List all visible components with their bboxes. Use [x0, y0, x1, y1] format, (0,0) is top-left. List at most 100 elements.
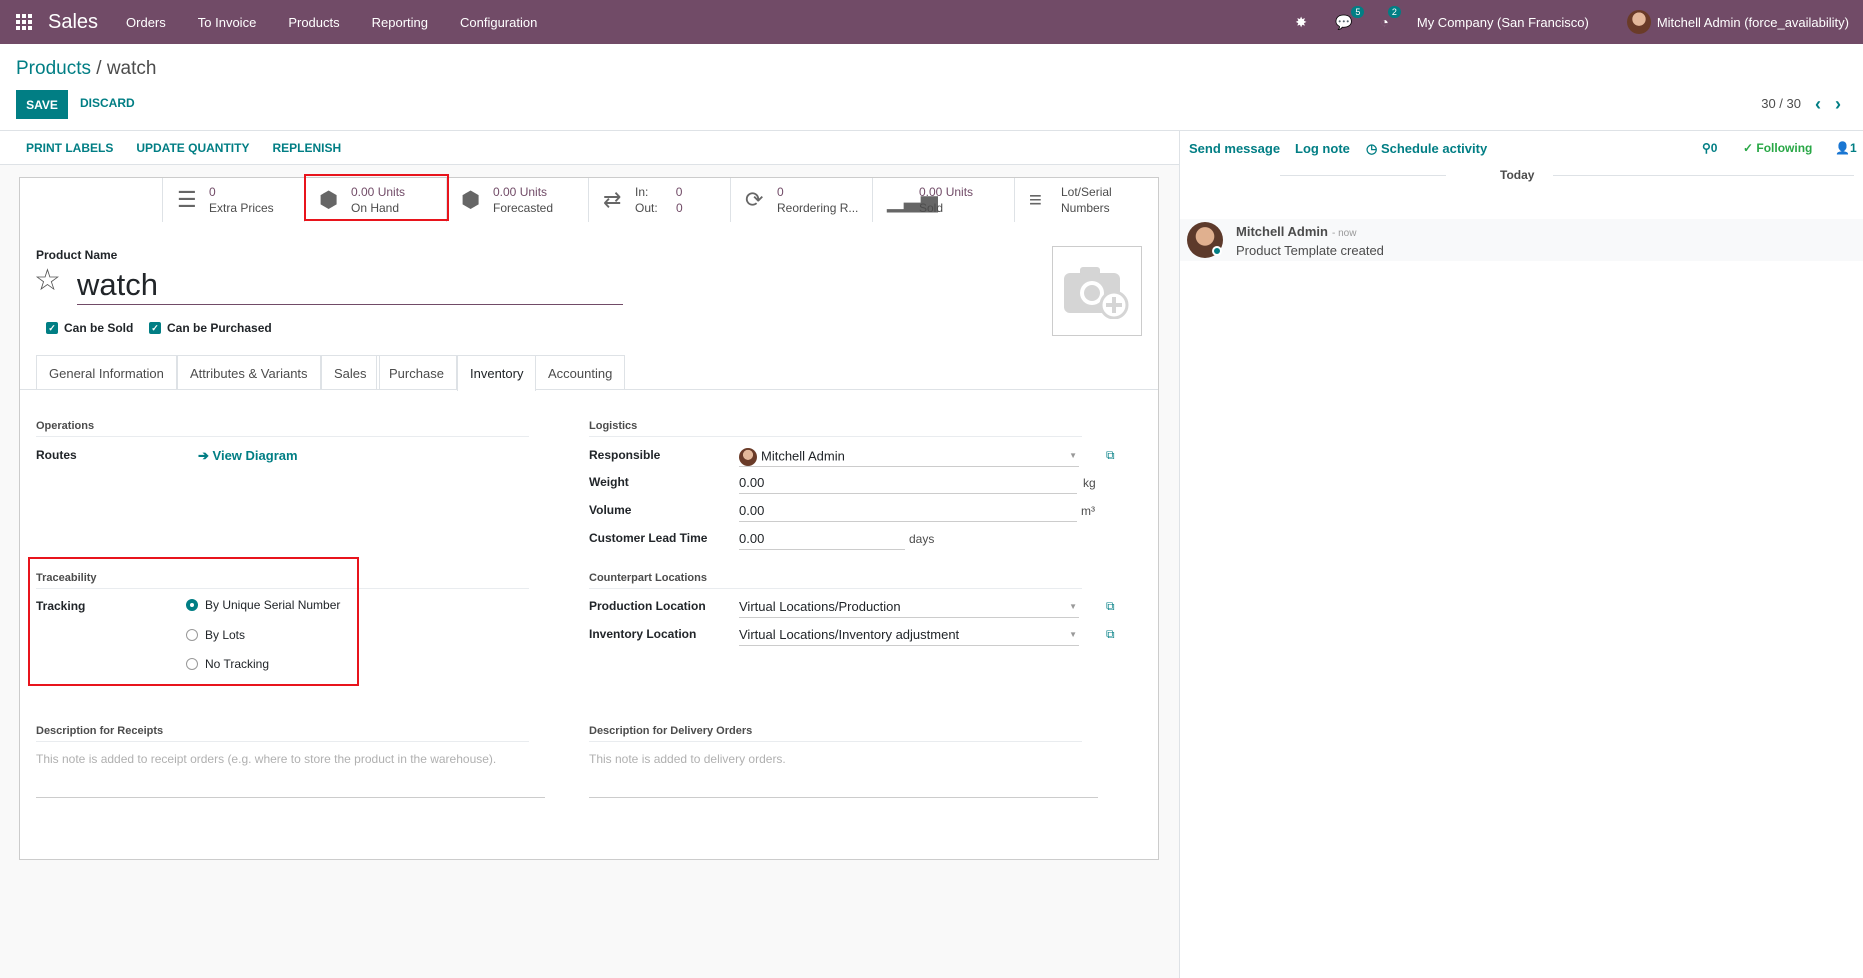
- check-icon[interactable]: ✓: [149, 322, 161, 334]
- caret-down-icon[interactable]: ▼: [1069, 451, 1077, 460]
- weight-input[interactable]: 0.00: [739, 472, 1077, 494]
- tab-general-information[interactable]: General Information: [36, 355, 177, 390]
- volume-label: Volume: [589, 503, 632, 517]
- customer-lead-time-input[interactable]: 0.00: [739, 528, 905, 550]
- app-name[interactable]: Sales: [48, 11, 98, 34]
- refresh-icon: ⟳: [745, 187, 764, 212]
- external-link-icon[interactable]: ⧉: [1106, 627, 1115, 642]
- company-switcher[interactable]: My Company (San Francisco): [1417, 15, 1589, 30]
- menu-orders[interactable]: Orders: [126, 15, 166, 30]
- tracking-option-none[interactable]: No Tracking: [186, 657, 269, 671]
- inventory-location-field[interactable]: Virtual Locations/Inventory adjustment ▼: [739, 624, 1079, 646]
- discard-button[interactable]: DISCARD: [80, 96, 135, 110]
- menu-reporting[interactable]: Reporting: [372, 15, 428, 30]
- inventory-location-value: Virtual Locations/Inventory adjustment: [739, 627, 960, 642]
- responsible-value: Mitchell Admin: [761, 448, 845, 464]
- menu-products[interactable]: Products: [288, 15, 339, 30]
- chevron-left-icon[interactable]: ‹: [1815, 95, 1821, 113]
- tracking-label: Tracking: [36, 599, 86, 613]
- receipts-description-input[interactable]: This note is added to receipt orders (e.…: [36, 749, 545, 798]
- volume-input[interactable]: 0.00: [739, 500, 1077, 522]
- smart-button-box: ☰ 0 Extra Prices ⬢ 0.00 Units On Hand ⬢ 0.…: [162, 178, 1156, 222]
- external-link-icon[interactable]: ⧉: [1106, 448, 1115, 463]
- can-be-sold-label: Can be Sold: [64, 321, 134, 335]
- radio-icon[interactable]: [186, 658, 198, 670]
- user-menu[interactable]: Mitchell Admin (force_availability): [1626, 10, 1849, 34]
- bug-icon[interactable]: ✸: [1295, 14, 1307, 31]
- out-value: 0: [676, 201, 683, 215]
- check-icon[interactable]: ✓: [46, 322, 58, 334]
- replenish-button[interactable]: REPLENISH: [272, 141, 341, 155]
- apps-menu-icon[interactable]: [0, 0, 48, 44]
- caret-down-icon[interactable]: ▼: [1069, 630, 1077, 639]
- tab-inventory[interactable]: Inventory: [457, 355, 537, 391]
- attachments-button[interactable]: ⚲0: [1702, 141, 1717, 155]
- menu-configuration[interactable]: Configuration: [460, 15, 537, 30]
- form-sheet: ☰ 0 Extra Prices ⬢ 0.00 Units On Hand ⬢ 0.…: [19, 174, 1159, 860]
- message-author-name[interactable]: Mitchell Admin: [1236, 224, 1328, 239]
- messages-icon[interactable]: 💬 5: [1335, 5, 1365, 31]
- pager-value[interactable]: 30 / 30: [1761, 96, 1801, 111]
- separator-line: [1280, 175, 1446, 176]
- responsible-field[interactable]: Mitchell Admin ▼: [739, 445, 1079, 467]
- breadcrumb-products[interactable]: Products: [16, 58, 91, 79]
- on-hand-value: 0.00 Units: [351, 185, 406, 199]
- on-hand-button[interactable]: ⬢ 0.00 Units On Hand: [304, 178, 446, 222]
- view-diagram-link[interactable]: ➔ View Diagram: [198, 448, 298, 464]
- send-message-button[interactable]: Send message: [1189, 141, 1280, 156]
- delivery-description-input[interactable]: This note is added to delivery orders.: [589, 749, 1098, 798]
- tracking-option-lots[interactable]: By Lots: [186, 628, 245, 642]
- star-icon[interactable]: ☆: [34, 263, 61, 298]
- weight-unit: kg: [1083, 476, 1096, 490]
- print-labels-button[interactable]: PRINT LABELS: [26, 141, 113, 155]
- customer-lead-time-label: Customer Lead Time: [589, 531, 708, 545]
- tab-attributes-variants[interactable]: Attributes & Variants: [177, 355, 321, 390]
- in-out-button[interactable]: ⇄ In: 0 Out: 0: [588, 178, 730, 222]
- message-time: - now: [1331, 228, 1357, 239]
- product-image-upload[interactable]: [1052, 246, 1142, 336]
- delivery-description-title: Description for Delivery Orders: [589, 725, 1082, 742]
- following-button[interactable]: ✓ Following: [1743, 141, 1812, 155]
- radio-icon[interactable]: [186, 629, 198, 641]
- tracking-option-serial-label: By Unique Serial Number: [205, 598, 341, 612]
- can-be-sold-row[interactable]: ✓ Can be Sold: [46, 321, 133, 335]
- tracking-option-serial[interactable]: By Unique Serial Number: [186, 598, 340, 612]
- lead-time-unit: days: [909, 532, 935, 546]
- paperclip-icon: ⚲: [1702, 141, 1711, 155]
- production-location-field[interactable]: Virtual Locations/Production ▼: [739, 596, 1079, 618]
- receipts-description-title: Description for Receipts: [36, 725, 529, 742]
- forecasted-button[interactable]: ⬢ 0.00 Units Forecasted: [446, 178, 588, 222]
- bars-icon: ≡: [1029, 187, 1042, 212]
- can-be-purchased-row[interactable]: ✓ Can be Purchased: [149, 321, 272, 335]
- reordering-rules-button[interactable]: ⟳ 0 Reordering R...: [730, 178, 872, 222]
- extra-prices-value: 0: [209, 185, 216, 199]
- update-quantity-button[interactable]: UPDATE QUANTITY: [136, 141, 249, 155]
- traceability-group-title: Traceability: [36, 572, 529, 589]
- chatter-message: Mitchell Admin - now Product Template cre…: [1180, 219, 1863, 261]
- sold-button[interactable]: ▁▃▅ 0.00 Units Sold: [872, 178, 1014, 222]
- camera-icon: [1064, 267, 1129, 319]
- menu-to-invoice[interactable]: To Invoice: [198, 15, 257, 30]
- followers-button[interactable]: 👤1: [1835, 141, 1857, 155]
- schedule-activity-button[interactable]: ◷ Schedule activity: [1366, 141, 1487, 157]
- chevron-right-icon[interactable]: ›: [1835, 95, 1841, 113]
- message-body: Product Template created: [1236, 243, 1384, 258]
- extra-prices-button[interactable]: ☰ 0 Extra Prices: [162, 178, 304, 222]
- breadcrumb-separator: /: [90, 58, 107, 79]
- routes-label: Routes: [36, 448, 77, 462]
- activities-icon[interactable]: ◔ 2: [1380, 6, 1401, 30]
- radio-checked-icon[interactable]: [186, 599, 198, 611]
- caret-down-icon[interactable]: ▼: [1069, 602, 1077, 611]
- in-label: In:: [635, 185, 649, 199]
- extra-prices-label: Extra Prices: [209, 201, 274, 215]
- tab-sales[interactable]: Sales: [321, 355, 380, 390]
- log-note-button[interactable]: Log note: [1295, 141, 1350, 156]
- tab-accounting[interactable]: Accounting: [535, 355, 626, 390]
- save-button[interactable]: SAVE: [16, 90, 68, 119]
- lot-serial-button[interactable]: ≡ Lot/Serial Numbers: [1014, 178, 1156, 222]
- product-name-input[interactable]: [77, 265, 623, 305]
- tab-purchase[interactable]: Purchase: [376, 355, 457, 390]
- tracking-option-lots-label: By Lots: [205, 628, 246, 642]
- clock-icon: ◷: [1366, 141, 1381, 156]
- external-link-icon[interactable]: ⧉: [1106, 599, 1115, 614]
